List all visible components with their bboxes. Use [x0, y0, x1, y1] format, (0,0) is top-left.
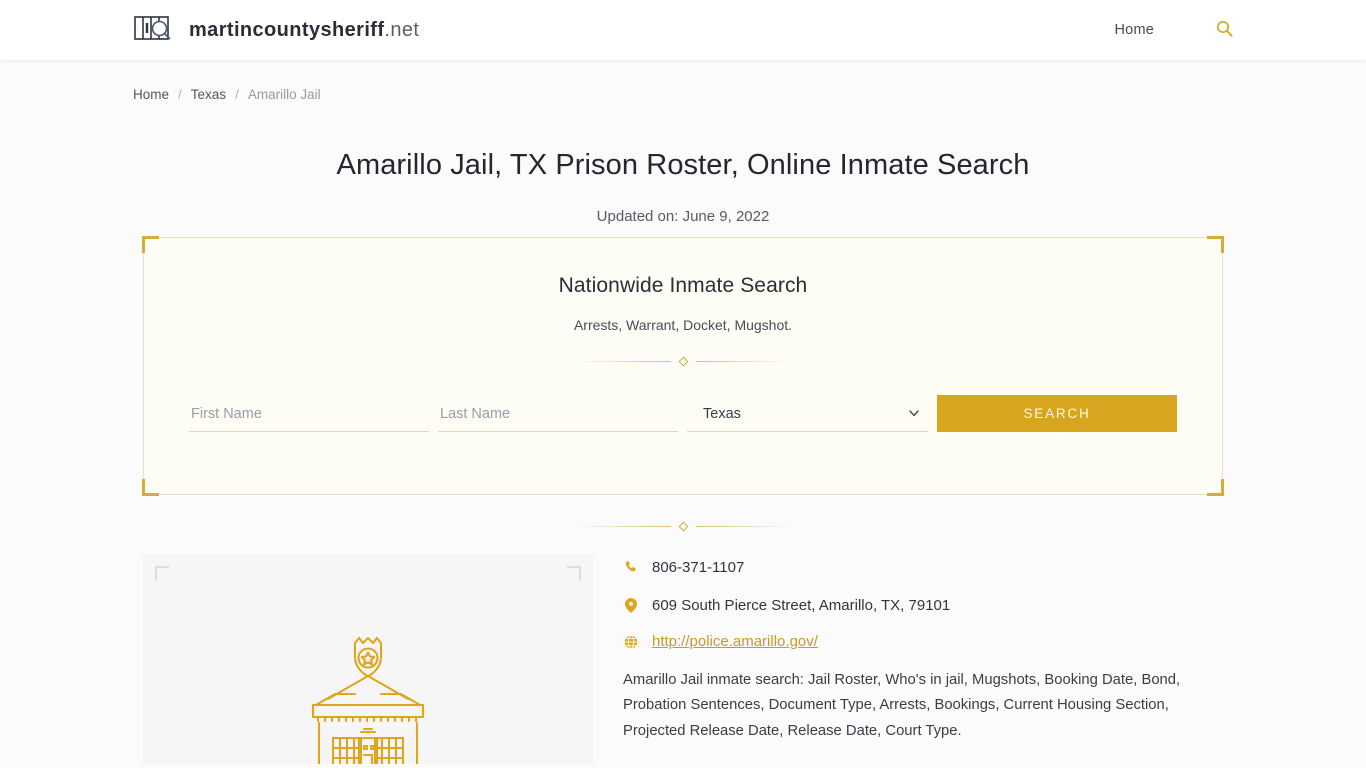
globe-icon — [623, 633, 639, 649]
inmate-search-form: Texas SEARCH — [189, 395, 1177, 432]
first-name-input[interactable] — [189, 400, 429, 432]
diamond-ornament-icon — [678, 521, 688, 532]
brand-logo-link[interactable]: martincountysheriff.net — [133, 13, 419, 48]
section-ornament-divider — [0, 521, 1366, 532]
panel-corner-top-left — [142, 236, 159, 253]
jail-building-badge-icon — [283, 626, 453, 764]
updated-date: Updated on: June 9, 2022 — [596, 208, 770, 225]
jail-bars-magnifier-icon — [133, 13, 177, 48]
facility-website-link[interactable]: http://police.amarillo.gov/ — [652, 633, 818, 650]
header-nav: Home — [1115, 20, 1233, 40]
map-pin-icon — [623, 596, 639, 613]
panel-corner-top-right — [1207, 236, 1224, 253]
brand-tld: .net — [384, 18, 420, 41]
ornament-divider — [189, 356, 1177, 367]
image-corner-top-left — [155, 566, 169, 580]
facility-description: Amarillo Jail inmate search: Jail Roster… — [623, 672, 1181, 739]
brand-name: martincountysheriff.net — [189, 19, 419, 42]
header-inner: martincountysheriff.net Home — [133, 0, 1233, 60]
facility-website-row: http://police.amarillo.gov/ — [623, 633, 1223, 650]
ornament-rule-right — [695, 526, 796, 527]
facility-phone[interactable]: 806-371-1107 — [652, 558, 744, 578]
state-select[interactable]: Texas — [687, 400, 928, 432]
site-header: martincountysheriff.net Home — [0, 0, 1366, 60]
facility-info-section: 806-371-1107 609 South Pierce Street, Am… — [143, 554, 1223, 764]
ornament-rule-left — [570, 526, 671, 527]
facility-address: 609 South Pierce Street, Amarillo, TX, 7… — [652, 596, 951, 614]
breadcrumb-separator: / — [235, 87, 239, 102]
facility-address-row: 609 South Pierce Street, Amarillo, TX, 7… — [623, 596, 1223, 616]
panel-subtitle: Arrests, Warrant, Docket, Mugshot. — [573, 317, 793, 333]
image-corner-top-right — [567, 566, 581, 580]
phone-icon — [623, 558, 639, 574]
page-title: Amarillo Jail, TX Prison Roster, Online … — [336, 149, 1030, 181]
last-name-input[interactable] — [438, 400, 678, 432]
breadcrumb-item-current: Amarillo Jail — [247, 87, 321, 102]
facility-illustration-panel — [143, 554, 593, 764]
facility-phone-row: 806-371-1107 — [623, 558, 1223, 578]
diamond-ornament-icon — [678, 356, 688, 367]
brand-name-text: martincountysheriff — [189, 18, 385, 41]
search-icon — [1216, 20, 1233, 40]
panel-corner-bottom-right — [1207, 479, 1224, 496]
ornament-rule-right — [695, 361, 791, 362]
breadcrumb-separator: / — [178, 87, 182, 102]
search-submit-button[interactable]: SEARCH — [937, 395, 1177, 432]
breadcrumb: Home / Texas / Amarillo Jail — [133, 60, 1233, 102]
breadcrumb-item-home[interactable]: Home — [133, 87, 169, 102]
ornament-rule-left — [575, 361, 671, 362]
state-select-wrapper: Texas — [687, 400, 928, 432]
breadcrumb-item-texas[interactable]: Texas — [191, 87, 226, 102]
panel-corner-bottom-left — [142, 479, 159, 496]
panel-title: Nationwide Inmate Search — [558, 274, 808, 297]
nav-home[interactable]: Home — [1115, 22, 1154, 38]
nationwide-inmate-search-panel: Nationwide Inmate Search Arrests, Warran… — [142, 236, 1224, 496]
header-search-button[interactable] — [1216, 20, 1233, 40]
facility-details: 806-371-1107 609 South Pierce Street, Am… — [623, 554, 1223, 764]
